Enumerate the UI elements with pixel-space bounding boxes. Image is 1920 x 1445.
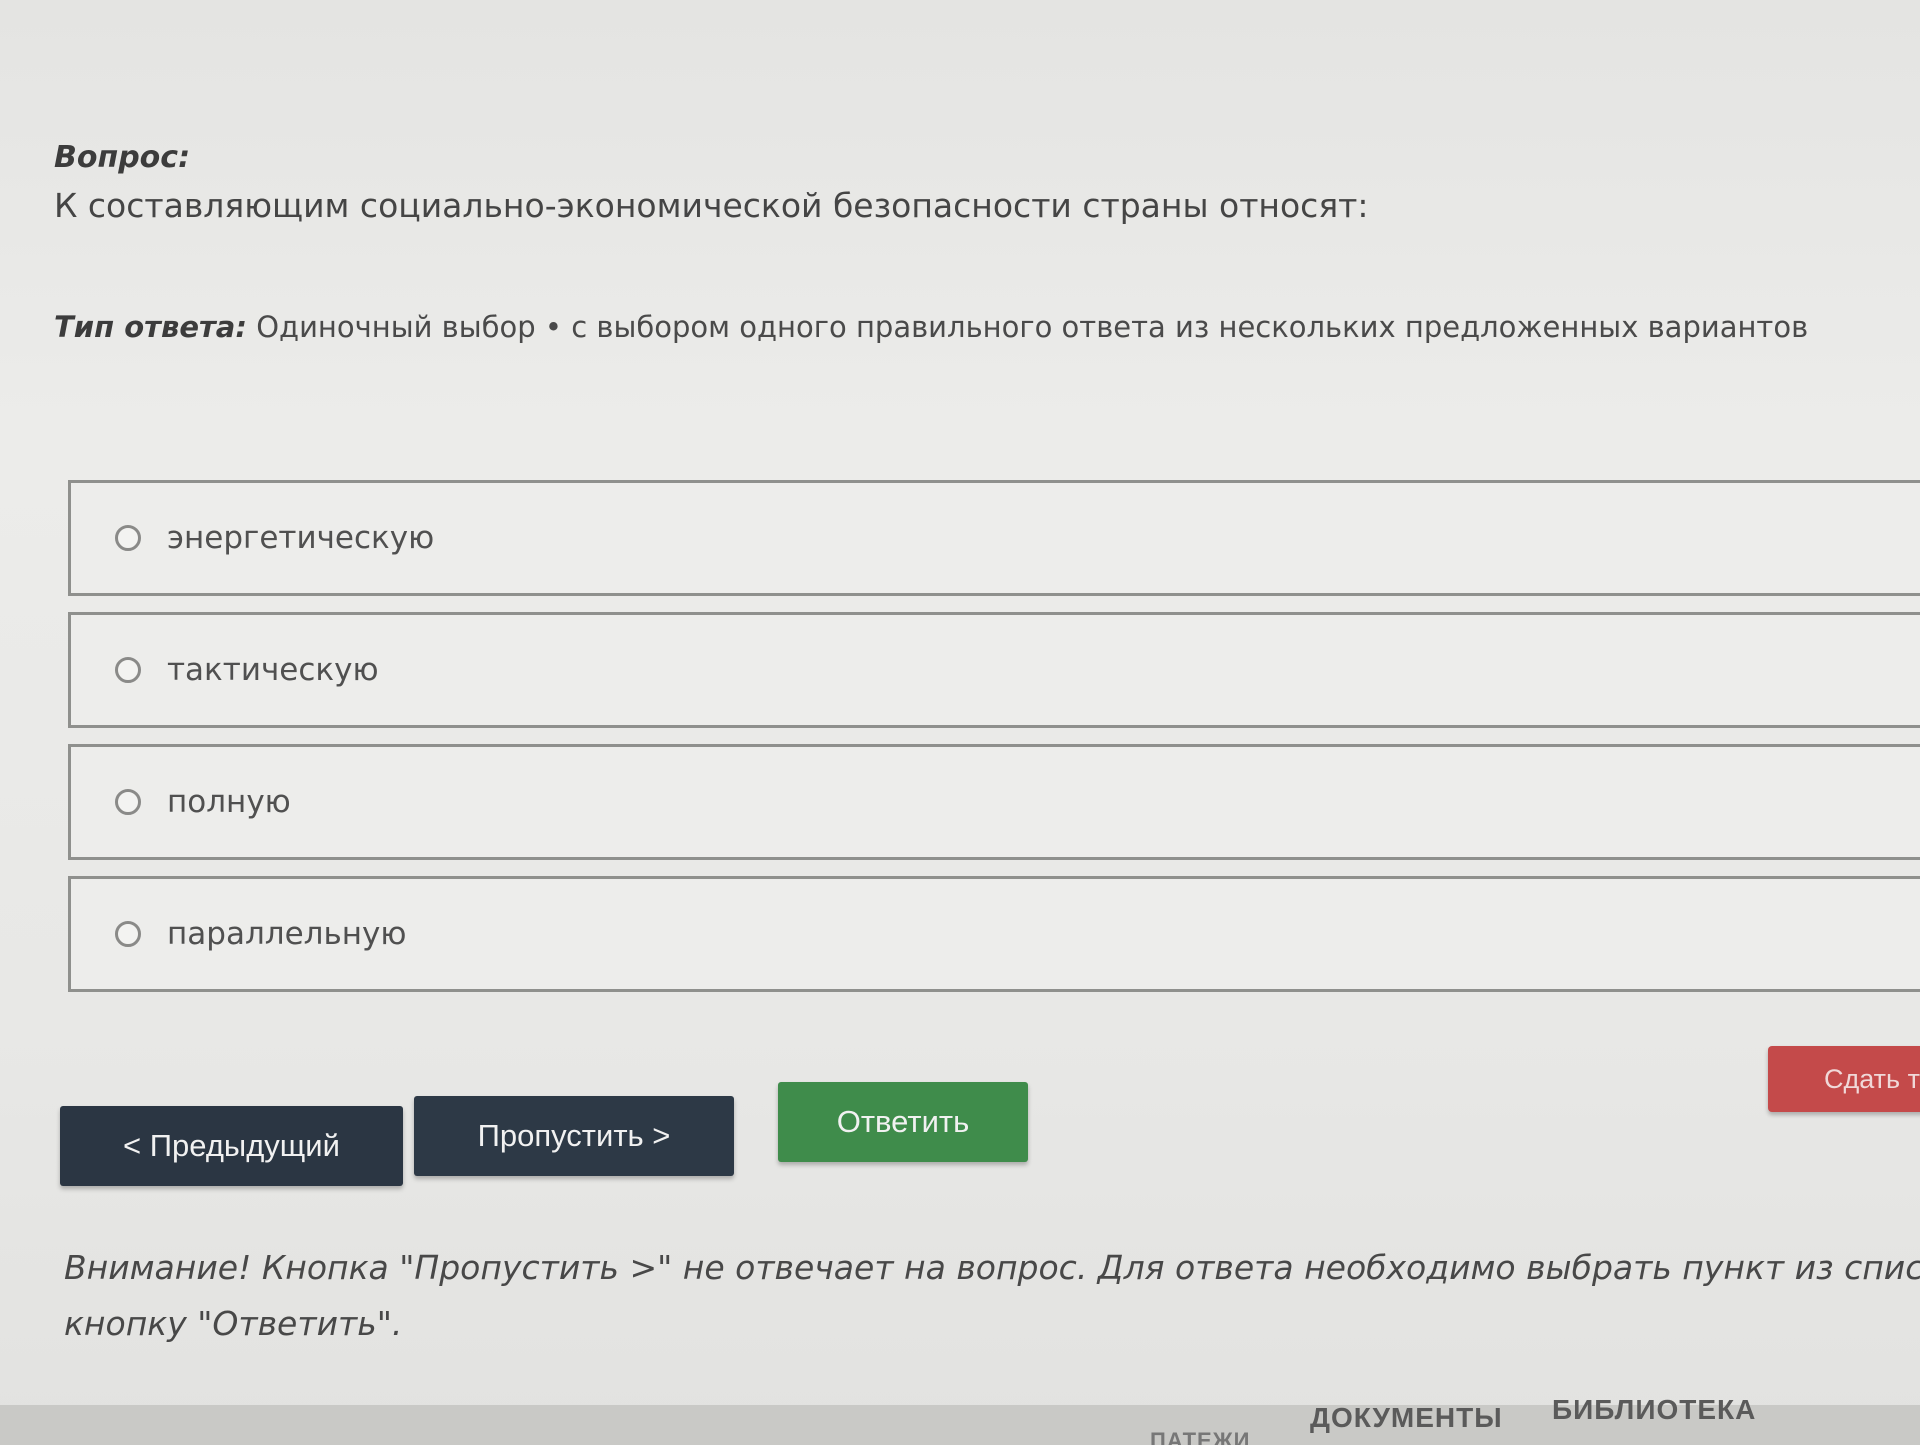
option-label: энергетическую: [167, 520, 435, 556]
answer-options: энергетическую тактическую полную паралл…: [68, 480, 1920, 1008]
question-text: К составляющим социально-экономической б…: [54, 186, 1369, 225]
notice-text: Внимание! Кнопка "Пропустить >" не отвеч…: [64, 1240, 1920, 1352]
test-page: Вопрос: К составляющим социально-экономи…: [0, 0, 1920, 1445]
option-label: тактическую: [167, 652, 379, 688]
radio-button[interactable]: [115, 525, 141, 551]
notice-line-1: Внимание! Кнопка "Пропустить >" не отвеч…: [64, 1248, 1920, 1287]
answer-type-value: Одиночный выбор • с выбором одного прави…: [256, 310, 1809, 344]
footer-link-documents[interactable]: ДОКУМЕНТЫ: [1310, 1402, 1503, 1434]
skip-button[interactable]: Пропустить >: [414, 1096, 734, 1176]
option-label: параллельную: [167, 916, 407, 952]
radio-button[interactable]: [115, 789, 141, 815]
radio-button[interactable]: [115, 657, 141, 683]
option-full[interactable]: полную: [68, 744, 1920, 860]
submit-test-button[interactable]: Сдать те: [1768, 1046, 1920, 1112]
footer-link-library[interactable]: БИБЛИОТЕКА: [1552, 1394, 1756, 1426]
radio-button[interactable]: [115, 921, 141, 947]
previous-button[interactable]: < Предыдущий: [60, 1106, 403, 1186]
answer-button[interactable]: Ответить: [778, 1082, 1028, 1162]
answer-type-label: Тип ответа:: [54, 310, 247, 344]
notice-line-2: кнопку "Ответить".: [64, 1304, 403, 1343]
option-parallel[interactable]: параллельную: [68, 876, 1920, 992]
option-energy[interactable]: энергетическую: [68, 480, 1920, 596]
answer-type: Тип ответа: Одиночный выбор • с выбором …: [54, 310, 1808, 344]
option-tactical[interactable]: тактическую: [68, 612, 1920, 728]
footer-link-partial[interactable]: ПАТЕЖИ: [1150, 1428, 1250, 1445]
option-label: полную: [167, 784, 291, 820]
question-label: Вопрос:: [54, 140, 191, 175]
